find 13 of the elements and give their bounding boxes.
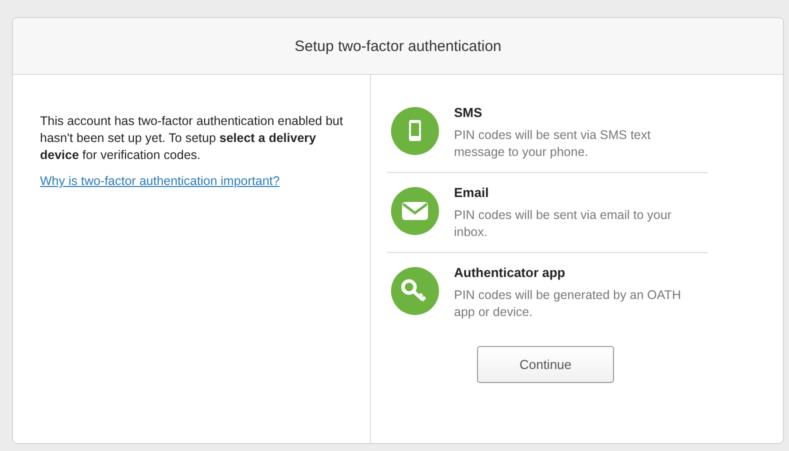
continue-button[interactable]: Continue	[477, 346, 614, 383]
envelope-icon	[391, 187, 439, 235]
key-icon	[391, 267, 439, 315]
method-title[interactable]: Email	[454, 185, 694, 200]
method-title[interactable]: Authenticator app	[454, 265, 694, 280]
phone-icon	[391, 107, 439, 155]
dialog-title: Setup two-factor authentication	[294, 38, 502, 54]
intro-text: This account has two-factor authentication enabled but hasn't been set up yet. To setup select a delivery device for verification codes.	[40, 113, 344, 164]
method-title[interactable]: SMS	[454, 105, 694, 120]
method-description: PIN codes will be sent via SMS text message to your phone.	[454, 127, 652, 161]
help-link[interactable]: Why is two-factor authentication important?	[40, 174, 280, 188]
method-description: PIN codes will be generated by an OATH app or device.	[454, 287, 682, 321]
method-description: PIN codes will be sent via email to your inbox.	[454, 207, 672, 241]
